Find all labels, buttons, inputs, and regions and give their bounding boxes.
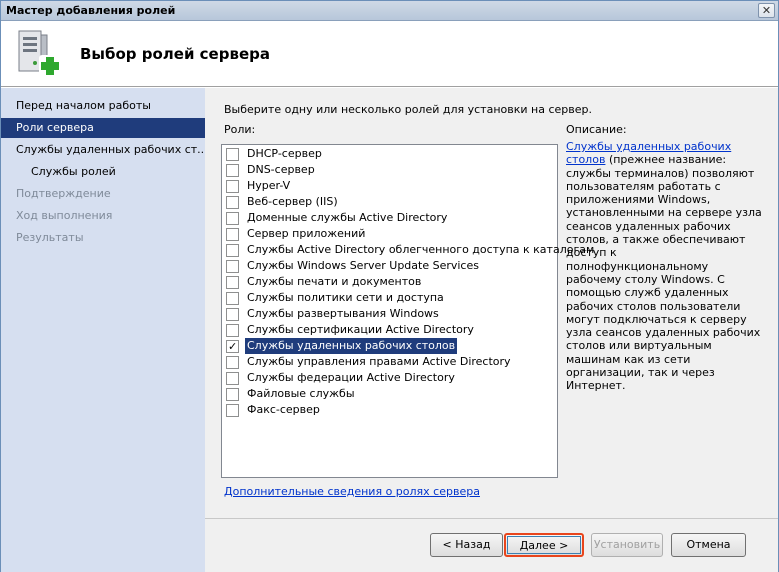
role-checkbox[interactable] — [226, 244, 239, 257]
window-title: Мастер добавления ролей — [6, 4, 176, 17]
sidebar-item-results: Результаты — [16, 231, 84, 244]
more-info-link[interactable]: Дополнительные сведения о ролях сервера — [224, 485, 480, 498]
back-button[interactable]: < Назад — [430, 533, 503, 557]
role-checkbox-checked[interactable] — [226, 339, 239, 355]
cancel-button[interactable]: Отмена — [671, 533, 746, 557]
instruction-text: Выберите одну или несколько ролей для ус… — [224, 103, 592, 116]
description-text: (прежнее название: службы терминалов) по… — [566, 153, 762, 393]
role-checkbox[interactable] — [226, 388, 239, 401]
role-label: Hyper-V — [247, 179, 291, 192]
role-checkbox[interactable] — [226, 180, 239, 193]
sidebar-item-role-services[interactable]: Службы ролей — [1, 162, 205, 182]
install-button: Установить — [591, 533, 663, 557]
role-checkbox[interactable] — [226, 164, 239, 177]
role-label: Файловые службы — [247, 387, 355, 400]
role-label: Факс-сервер — [247, 403, 320, 416]
next-button[interactable]: Далее > — [504, 533, 584, 557]
page-header: Выбор ролей сервера — [1, 21, 778, 87]
server-add-icon — [18, 30, 61, 77]
role-checkbox[interactable] — [226, 212, 239, 225]
role-checkbox[interactable] — [226, 308, 239, 321]
role-checkbox[interactable] — [226, 196, 239, 209]
role-checkbox[interactable] — [226, 404, 239, 417]
role-label: Службы политики сети и доступа — [247, 291, 444, 304]
role-description: Службы удаленных рабочих столов (прежнее… — [566, 140, 762, 393]
role-label: Службы Windows Server Update Services — [247, 259, 479, 272]
role-label: Службы Active Directory облегченного дос… — [247, 243, 595, 256]
role-label: Веб-сервер (IIS) — [247, 195, 338, 208]
title-bar[interactable]: Мастер добавления ролей ✕ — [1, 1, 778, 21]
wizard-window: Мастер добавления ролей ✕ Выбор ролей се… — [0, 0, 779, 572]
wizard-steps-sidebar: Перед началом работы Роли сервера Службы… — [1, 88, 205, 572]
role-label: Службы федерации Active Directory — [247, 371, 455, 384]
role-label: Службы удаленных рабочих столов — [245, 338, 458, 354]
role-checkbox[interactable] — [226, 228, 239, 241]
description-label: Описание: — [566, 123, 627, 136]
role-label: Службы управления правами Active Directo… — [247, 355, 511, 368]
role-label: DNS-сервер — [247, 163, 315, 176]
role-checkbox[interactable] — [226, 260, 239, 273]
wizard-footer: < Назад Далее > Установить Отмена — [205, 518, 778, 572]
roles-label: Роли: — [224, 123, 256, 136]
role-checkbox[interactable] — [226, 372, 239, 385]
sidebar-item-before-you-begin[interactable]: Перед началом работы — [1, 96, 205, 116]
role-label: Службы печати и документов — [247, 275, 422, 288]
roles-list[interactable]: DHCP-сервер DNS-сервер Hyper-V Веб-серве… — [221, 144, 594, 478]
role-checkbox[interactable] — [226, 292, 239, 305]
role-label: Доменные службы Active Directory — [247, 211, 448, 224]
role-checkbox[interactable] — [226, 324, 239, 337]
main-content: Выберите одну или несколько ролей для ус… — [205, 88, 778, 518]
role-checkbox[interactable] — [226, 148, 239, 161]
sidebar-item-server-roles[interactable]: Роли сервера — [1, 118, 205, 138]
sidebar-item-remote-desktop-services[interactable]: Службы удаленных рабочих ст... — [1, 140, 205, 160]
sidebar-item-progress: Ход выполнения — [16, 209, 113, 222]
role-label: Службы сертификации Active Directory — [247, 323, 474, 336]
page-title: Выбор ролей сервера — [80, 45, 270, 63]
role-label: Сервер приложений — [247, 227, 366, 240]
role-checkbox[interactable] — [226, 276, 239, 289]
role-label: Службы развертывания Windows — [247, 307, 439, 320]
role-label: DHCP-сервер — [247, 147, 322, 160]
role-checkbox[interactable] — [226, 356, 239, 369]
close-button[interactable]: ✕ — [758, 3, 775, 18]
sidebar-item-confirmation: Подтверждение — [16, 187, 111, 200]
